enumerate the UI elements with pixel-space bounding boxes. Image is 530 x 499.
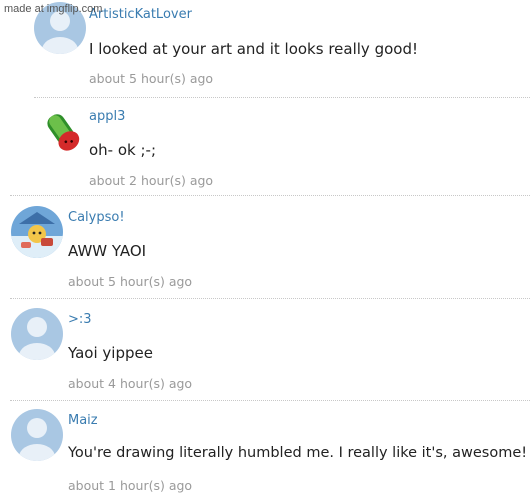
comment-timestamp: about 5 hour(s) ago bbox=[68, 274, 193, 289]
comment-text: Yaoi yippee bbox=[68, 344, 153, 362]
watermelon-avatar-icon[interactable] bbox=[34, 104, 86, 156]
comment-text: I looked at your art and it looks really… bbox=[89, 40, 418, 58]
comment-timestamp: about 2 hour(s) ago bbox=[89, 173, 214, 188]
comment-item: >:3 Yaoi yippee about 4 hour(s) ago bbox=[0, 299, 530, 400]
comment-item: Calypso! AWW YAOI about 5 hour(s) ago bbox=[0, 196, 530, 297]
comment-username[interactable]: ArtisticKatLover bbox=[89, 7, 192, 22]
default-avatar-icon[interactable] bbox=[11, 308, 63, 360]
comment-timestamp: about 4 hour(s) ago bbox=[68, 376, 193, 391]
comment-username[interactable]: Maiz bbox=[68, 413, 98, 428]
comment-username[interactable]: Calypso! bbox=[68, 210, 125, 225]
comment-username[interactable]: appl3 bbox=[89, 109, 125, 124]
comment-username[interactable]: >:3 bbox=[68, 312, 92, 327]
imgflip-watermark: made at imgflip.com bbox=[4, 3, 103, 15]
comment-text: oh- ok ;-; bbox=[89, 141, 157, 159]
anime-character-avatar-icon[interactable] bbox=[11, 206, 63, 258]
comment-timestamp: about 1 hour(s) ago bbox=[68, 478, 193, 493]
default-avatar-icon[interactable] bbox=[11, 409, 63, 461]
comment-timestamp: about 5 hour(s) ago bbox=[89, 71, 214, 86]
comment-item: Maiz You're drawing literally humbled me… bbox=[0, 401, 530, 499]
comment-item: appl3 oh- ok ;-; about 2 hour(s) ago bbox=[0, 98, 530, 194]
comment-text: You're drawing literally humbled me. I r… bbox=[68, 445, 528, 461]
comment-text: AWW YAOI bbox=[68, 242, 147, 260]
